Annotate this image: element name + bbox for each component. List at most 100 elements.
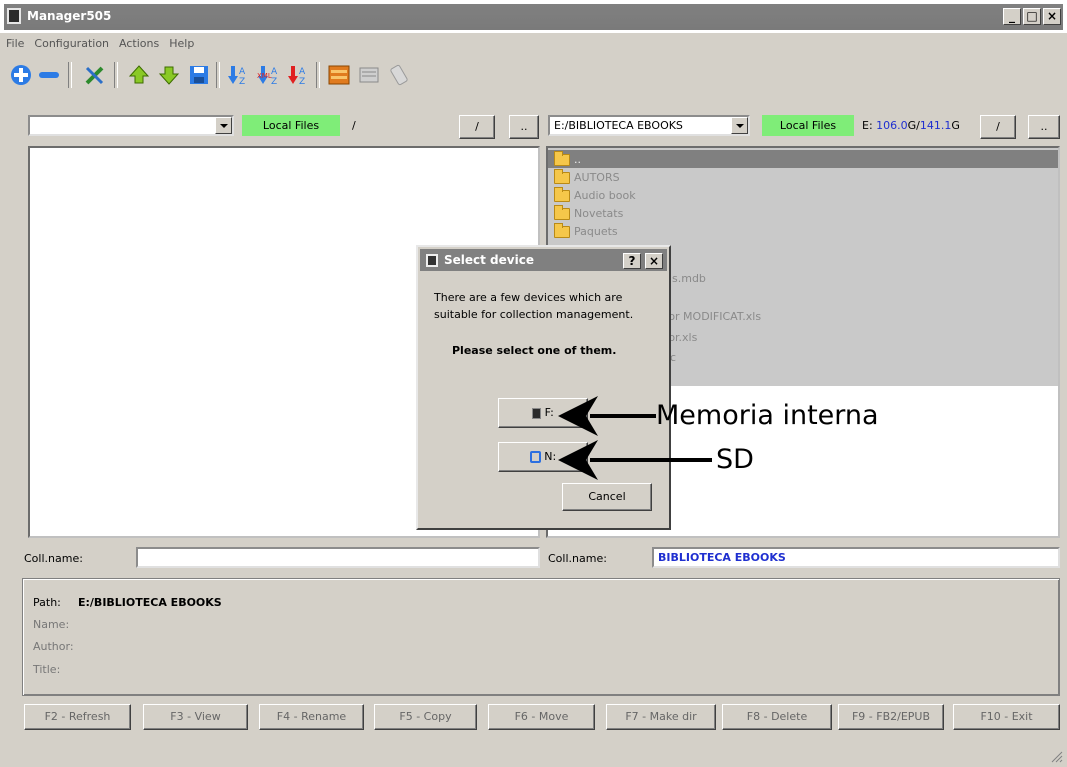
right-coll-name-value: BIBLIOTECA EBOOKS [658, 551, 786, 564]
menu-actions[interactable]: Actions [119, 34, 159, 54]
folder-icon [554, 222, 570, 238]
sort-za-icon[interactable]: A Z [286, 62, 312, 88]
folder-icon [554, 150, 570, 166]
selected-row [548, 150, 1058, 168]
right-coll-name-label: Coll.name: [548, 552, 607, 565]
right-up-button[interactable]: .. [1028, 115, 1060, 139]
svg-text:Z: Z [299, 77, 305, 87]
list-item[interactable]: AUTORS [554, 168, 620, 185]
total-unit: G [951, 119, 960, 132]
right-root-button[interactable]: / [980, 115, 1016, 139]
annotation-sd: SD [716, 444, 754, 475]
chevron-down-icon[interactable] [215, 117, 232, 134]
resize-grip-icon[interactable] [1049, 749, 1063, 763]
copy-button[interactable]: F5 - Copy [374, 704, 477, 730]
list-item-label: AUTORS [574, 171, 620, 184]
cancel-button[interactable]: Cancel [562, 483, 652, 511]
list-item-partial: s.mdb [672, 272, 706, 285]
window-controls: _ □ × [1003, 8, 1061, 25]
tools-icon[interactable] [82, 62, 108, 88]
title-label: Title: [33, 663, 61, 676]
menu-bar: File Configuration Actions Help [0, 34, 194, 54]
total-space: 141.1 [919, 119, 952, 132]
toolbar-separator [114, 62, 118, 88]
move-button[interactable]: F6 - Move [488, 704, 595, 730]
list-item[interactable]: Paquets [554, 222, 618, 239]
books-icon[interactable] [356, 62, 382, 88]
svg-text:A: A [299, 67, 306, 77]
dialog-title: Select device [444, 253, 534, 267]
author-label: Author: [33, 640, 74, 653]
path-label: Path: [33, 596, 61, 609]
left-up-button[interactable]: .. [509, 115, 539, 139]
toolbar-separator [68, 62, 72, 88]
app-icon [426, 254, 438, 267]
dialog-message-line2: suitable for collection management. [434, 308, 634, 321]
list-item-label: Paquets [574, 225, 618, 238]
left-current-path: / [352, 119, 356, 132]
svg-text:A: A [239, 67, 246, 77]
help-button[interactable]: ? [623, 253, 641, 269]
make-dir-button[interactable]: F7 - Make dir [606, 704, 716, 730]
dialog-close-button[interactable]: × [645, 253, 663, 269]
delete-button[interactable]: F8 - Delete [722, 704, 832, 730]
minimize-button[interactable]: _ [1003, 8, 1021, 25]
sort-az-icon[interactable]: A Z [226, 62, 252, 88]
exit-button[interactable]: F10 - Exit [953, 704, 1060, 730]
menu-file[interactable]: File [6, 34, 24, 54]
title-bar-fill [4, 4, 1063, 30]
left-coll-name-input[interactable] [136, 547, 540, 568]
list-item[interactable]: Audio book [554, 186, 636, 203]
menu-configuration[interactable]: Configuration [34, 34, 109, 54]
up-arrow-icon[interactable] [126, 62, 152, 88]
window-title: Manager505 [27, 9, 112, 23]
list-item-label: .. [574, 153, 581, 166]
annotation-internal-memory: Memoria interna [656, 400, 879, 431]
right-coll-name-input[interactable]: BIBLIOTECA EBOOKS [652, 547, 1060, 568]
svg-text:Z: Z [239, 77, 245, 87]
fb2-epub-button[interactable]: F9 - FB2/EPUB [838, 704, 944, 730]
list-item[interactable]: .. [554, 150, 581, 167]
remove-icon[interactable] [36, 62, 62, 88]
title-bar: Manager505 _ □ × [0, 0, 1067, 33]
name-label: Name: [33, 618, 70, 631]
left-location-combo[interactable] [28, 115, 234, 136]
info-panel: Path: E:/BIBLIOTECA EBOOKS Name: Author:… [22, 578, 1060, 696]
app-icon [7, 8, 21, 24]
svg-text:XML: XML [257, 72, 272, 80]
right-local-files-button[interactable]: Local Files [762, 115, 854, 136]
drive-space-readout: E: 106.0G/141.1G [862, 119, 960, 132]
refresh-button[interactable]: F2 - Refresh [24, 704, 131, 730]
sort-xml-icon[interactable]: XML A Z [256, 62, 282, 88]
device-icon[interactable] [386, 62, 412, 88]
toolbar-separator [216, 62, 220, 88]
maximize-button[interactable]: □ [1023, 8, 1041, 25]
menu-help[interactable]: Help [169, 34, 194, 54]
add-icon[interactable] [8, 62, 34, 88]
dialog-title-bar: Select device ? × [420, 249, 667, 271]
folder-icon [554, 168, 570, 184]
list-item[interactable]: Novetats [554, 204, 623, 221]
list-item-partial: tor MODIFICAT.xls [664, 310, 762, 323]
dialog-prompt: Please select one of them. [452, 344, 617, 357]
path-value: E:/BIBLIOTECA EBOOKS [78, 596, 222, 609]
down-arrow-icon[interactable] [156, 62, 182, 88]
drive-prefix: E: [862, 119, 873, 132]
database-icon[interactable] [326, 62, 352, 88]
right-location-combo[interactable]: E:/BIBLIOTECA EBOOKS [548, 115, 750, 136]
left-local-files-button[interactable]: Local Files [242, 115, 340, 136]
rename-button[interactable]: F4 - Rename [259, 704, 364, 730]
select-device-dialog: Select device ? × There are a few device… [416, 245, 671, 530]
toolbar: A Z XML A Z A Z [0, 56, 1067, 92]
left-root-button[interactable]: / [459, 115, 495, 139]
svg-text:A: A [271, 67, 278, 77]
list-item-label: Audio book [574, 189, 636, 202]
dialog-message-line1: There are a few devices which are [434, 291, 623, 304]
left-coll-name-label: Coll.name: [24, 552, 83, 565]
folder-icon [554, 186, 570, 202]
close-button[interactable]: × [1043, 8, 1061, 25]
view-button[interactable]: F3 - View [143, 704, 248, 730]
save-icon[interactable] [186, 62, 212, 88]
chevron-down-icon[interactable] [731, 117, 748, 134]
free-unit: G/ [907, 119, 920, 132]
